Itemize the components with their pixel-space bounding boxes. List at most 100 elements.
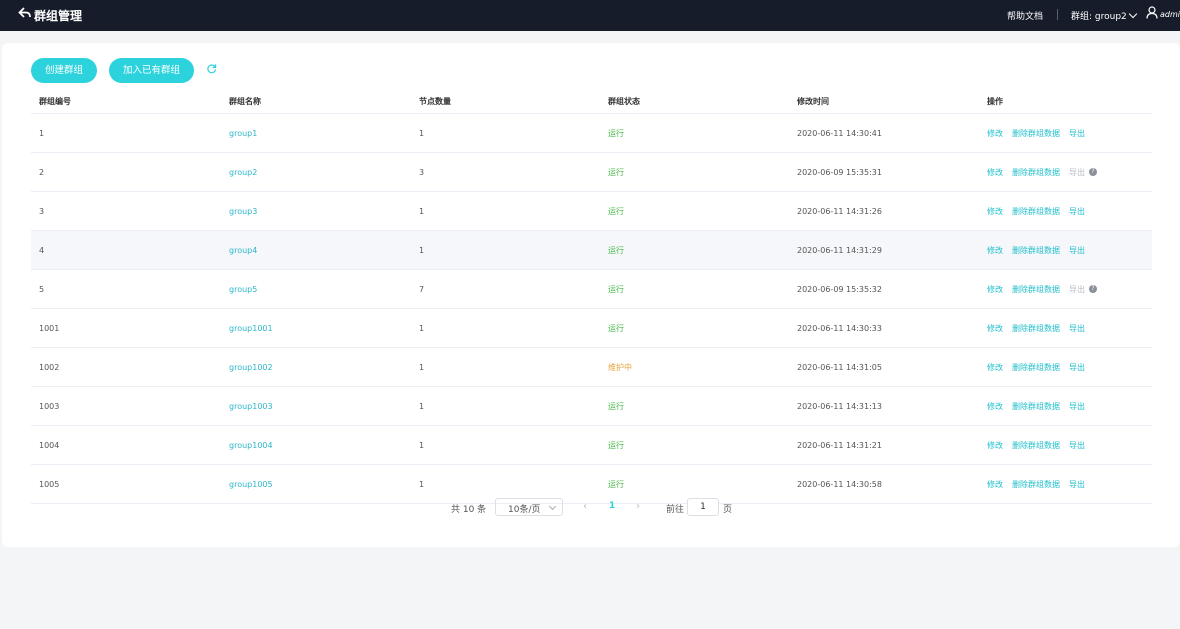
group-name-link[interactable]: group5: [229, 285, 257, 294]
export-link[interactable]: 导出: [1069, 324, 1085, 333]
export-link-disabled: 导出: [1069, 284, 1085, 294]
cell-id: 1002: [31, 347, 221, 387]
next-page-icon[interactable]: ›: [636, 501, 640, 512]
group-list-panel: 创建群组 加入已有群组 群组编号 群组名称 节点数量 群组状态 修改时间 操作 …: [2, 43, 1180, 547]
create-group-button[interactable]: 创建群组: [31, 58, 98, 83]
export-link[interactable]: 导出: [1069, 207, 1085, 216]
group-table: 群组编号 群组名称 节点数量 群组状态 修改时间 操作 1 group1 1 运…: [31, 89, 1152, 504]
cell-modified: 2020-06-11 14:31:26: [789, 191, 979, 231]
page-size-value: 10条/页: [508, 505, 541, 515]
status-badge: 运行: [608, 440, 624, 450]
delete-group-data-link[interactable]: 删除群组数据: [1012, 402, 1060, 411]
table-row: 4 group4 1 运行 2020-06-11 14:31:29 修改 删除群组…: [31, 230, 1152, 270]
group-name-link[interactable]: group4: [229, 246, 257, 255]
delete-group-data-link[interactable]: 删除群组数据: [1012, 129, 1060, 138]
delete-group-data-link[interactable]: 删除群组数据: [1012, 441, 1060, 450]
group-name-link[interactable]: group1004: [229, 441, 273, 450]
edit-link[interactable]: 修改: [987, 168, 1003, 177]
delete-group-data-link[interactable]: 删除群组数据: [1012, 168, 1060, 177]
username[interactable]: admin: [1160, 10, 1180, 19]
info-icon[interactable]: ?: [1089, 168, 1097, 176]
group-name-link[interactable]: group2: [229, 168, 257, 177]
cell-modified: 2020-06-09 15:35:32: [789, 269, 979, 309]
status-badge: 维护中: [608, 362, 632, 372]
column-header-actions: 操作: [979, 89, 1152, 114]
info-icon[interactable]: ?: [1089, 285, 1097, 293]
cell-id: 3: [31, 191, 221, 231]
edit-link[interactable]: 修改: [987, 129, 1003, 138]
export-link[interactable]: 导出: [1069, 480, 1085, 489]
table-row: 1 group1 1 运行 2020-06-11 14:30:41 修改 删除群组…: [31, 113, 1152, 153]
cell-modified: 2020-06-09 15:35:31: [789, 152, 979, 192]
chevron-down-icon: [1128, 9, 1138, 19]
table-row: 1004 group1004 1 运行 2020-06-11 14:31:21 …: [31, 425, 1152, 465]
cell-nodes: 1: [411, 308, 600, 348]
export-link-disabled: 导出: [1069, 167, 1085, 177]
export-link[interactable]: 导出: [1069, 246, 1085, 255]
table-row: 3 group3 1 运行 2020-06-11 14:31:26 修改 删除群组…: [31, 191, 1152, 231]
group-name-link[interactable]: group1001: [229, 324, 273, 333]
cell-nodes: 1: [411, 386, 600, 426]
edit-link[interactable]: 修改: [987, 480, 1003, 489]
column-header-id: 群组编号: [31, 89, 221, 114]
export-link[interactable]: 导出: [1069, 129, 1085, 138]
edit-link[interactable]: 修改: [987, 441, 1003, 450]
status-badge: 运行: [608, 284, 624, 294]
cell-modified: 2020-06-11 14:31:21: [789, 425, 979, 465]
edit-link[interactable]: 修改: [987, 285, 1003, 294]
header-divider: [1057, 9, 1058, 20]
export-link[interactable]: 导出: [1069, 441, 1085, 450]
status-badge: 运行: [608, 206, 624, 216]
cell-id: 1001: [31, 308, 221, 348]
edit-link[interactable]: 修改: [987, 402, 1003, 411]
user-icon[interactable]: [1146, 6, 1158, 19]
cell-nodes: 7: [411, 269, 600, 309]
edit-link[interactable]: 修改: [987, 246, 1003, 255]
edit-link[interactable]: 修改: [987, 363, 1003, 372]
join-group-button[interactable]: 加入已有群组: [109, 58, 195, 83]
column-header-nodes: 节点数量: [411, 89, 600, 114]
group-name-link[interactable]: group1: [229, 129, 257, 138]
column-header-modified: 修改时间: [789, 89, 979, 114]
pagination: 共 10 条 10条/页 ‹ 1 › 前往 页: [2, 498, 1180, 518]
group-name-link[interactable]: group3: [229, 207, 257, 216]
edit-link[interactable]: 修改: [987, 324, 1003, 333]
group-name-link[interactable]: group1005: [229, 480, 273, 489]
cell-nodes: 1: [411, 113, 600, 153]
cell-nodes: 3: [411, 152, 600, 192]
status-badge: 运行: [608, 167, 624, 177]
export-link[interactable]: 导出: [1069, 402, 1085, 411]
cell-nodes: 1: [411, 191, 600, 231]
cell-id: 1003: [31, 386, 221, 426]
help-docs-link[interactable]: 帮助文档: [1007, 9, 1043, 22]
status-badge: 运行: [608, 128, 624, 138]
table-row: 2 group2 3 运行 2020-06-09 15:35:31 修改 删除群组…: [31, 152, 1152, 192]
delete-group-data-link[interactable]: 删除群组数据: [1012, 480, 1060, 489]
delete-group-data-link[interactable]: 删除群组数据: [1012, 207, 1060, 216]
group-switcher[interactable]: 群组: group2: [1071, 9, 1138, 22]
total-count: 共 10 条: [451, 505, 487, 515]
delete-group-data-link[interactable]: 删除群组数据: [1012, 246, 1060, 255]
page-number-current[interactable]: 1: [609, 501, 615, 511]
cell-id: 4: [31, 230, 221, 270]
back-arrow-icon[interactable]: [18, 6, 32, 20]
status-badge: 运行: [608, 323, 624, 333]
group-name-link[interactable]: group1003: [229, 402, 273, 411]
edit-link[interactable]: 修改: [987, 207, 1003, 216]
goto-page-input[interactable]: [687, 498, 719, 516]
goto-label: 前往: [666, 505, 685, 515]
table-row: 1001 group1001 1 运行 2020-06-11 14:30:33 …: [31, 308, 1152, 348]
delete-group-data-link[interactable]: 删除群组数据: [1012, 285, 1060, 294]
delete-group-data-link[interactable]: 删除群组数据: [1012, 324, 1060, 333]
prev-page-icon[interactable]: ‹: [583, 501, 587, 512]
table-row: 1002 group1002 1 维护中 2020-06-11 14:31:05…: [31, 347, 1152, 387]
delete-group-data-link[interactable]: 删除群组数据: [1012, 363, 1060, 372]
refresh-icon[interactable]: [206, 63, 217, 74]
export-link[interactable]: 导出: [1069, 363, 1085, 372]
page-size-select[interactable]: 10条/页: [495, 498, 563, 516]
chevron-down-icon: [548, 502, 557, 511]
cell-modified: 2020-06-11 14:30:41: [789, 113, 979, 153]
group-name-link[interactable]: group1002: [229, 363, 273, 372]
cell-modified: 2020-06-11 14:30:33: [789, 308, 979, 348]
status-badge: 运行: [608, 401, 624, 411]
